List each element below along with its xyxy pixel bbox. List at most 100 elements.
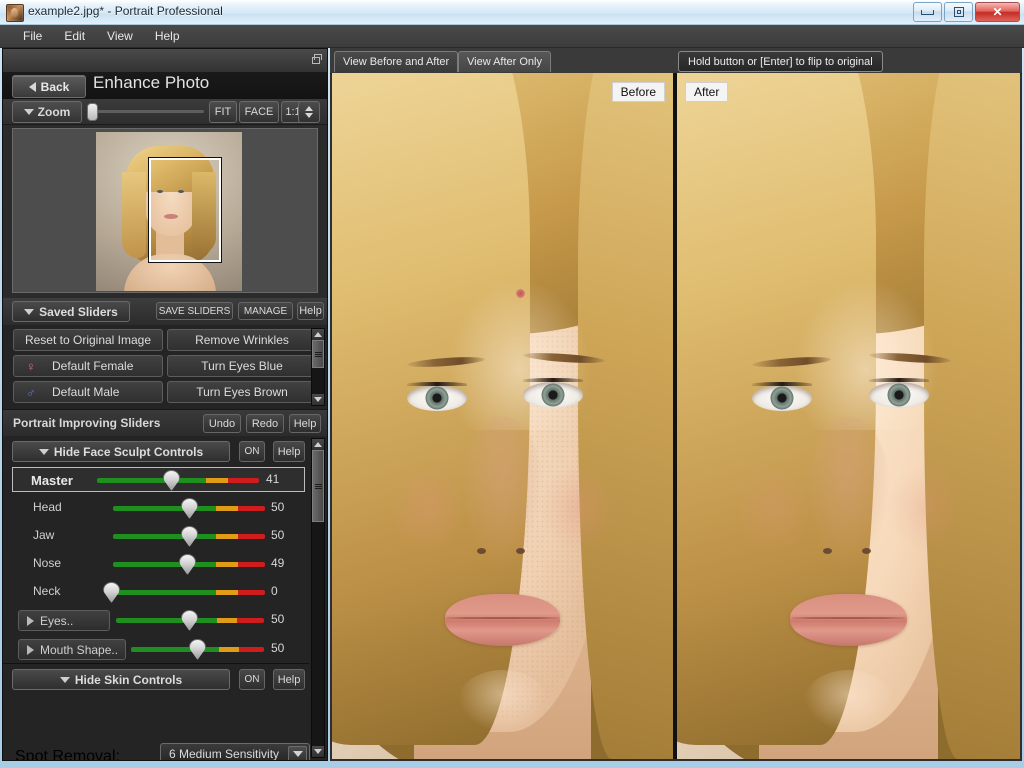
scroll-down-icon[interactable]	[312, 394, 324, 405]
undo-button[interactable]: Undo	[203, 414, 241, 433]
preset-turn-eyes-blue[interactable]: Turn Eyes Blue	[167, 355, 317, 377]
back-row: Back Enhance Photo	[3, 72, 327, 100]
back-arrow-icon	[28, 81, 36, 92]
menu-view[interactable]: View	[96, 27, 144, 45]
spot-removal-value: 6 Medium Sensitivity	[169, 747, 280, 761]
zoom-stepper[interactable]	[298, 101, 320, 123]
preset-label: Default Female	[52, 359, 134, 373]
presets-scrollbar[interactable]	[311, 328, 325, 406]
controls-scrollbar[interactable]	[311, 438, 325, 758]
mouth-shape-subsection-button[interactable]: Mouth Shape..	[18, 639, 126, 660]
scroll-up-icon[interactable]	[312, 329, 324, 340]
tab-view-after-only[interactable]: View After Only	[458, 51, 551, 72]
slider-label: Jaw	[33, 528, 55, 542]
portrait-icon	[6, 4, 24, 22]
slider-knob[interactable]	[181, 610, 198, 631]
zoom-slider-track[interactable]	[87, 110, 204, 113]
chevron-right-icon	[27, 615, 34, 626]
slider-row-eyes[interactable]: Eyes.. 50	[3, 606, 327, 634]
right-eye	[522, 381, 583, 408]
portrait-improving-title: Portrait Improving Sliders	[13, 416, 161, 430]
subsection-label: Mouth Shape..	[40, 642, 119, 657]
after-image-pane[interactable]: After	[677, 73, 1020, 759]
slider-knob[interactable]	[179, 554, 196, 575]
skin-controls-toggle[interactable]: Hide Skin Controls	[12, 669, 230, 690]
face-sculpt-master-row[interactable]: Master 41	[12, 467, 305, 492]
close-icon: ✕	[992, 5, 1003, 19]
minimize-icon	[921, 9, 934, 15]
close-button[interactable]: ✕	[975, 2, 1020, 22]
menu-edit[interactable]: Edit	[53, 27, 96, 45]
scroll-down-icon[interactable]	[312, 746, 324, 757]
zoom-face-button[interactable]: FACE	[239, 101, 279, 123]
window-controls: ✕	[913, 2, 1020, 22]
title-bar: example2.jpg* - Portrait Professional ✕	[0, 0, 1024, 25]
face-sculpt-toggle[interactable]: Hide Face Sculpt Controls	[12, 441, 230, 462]
eyes-subsection-button[interactable]: Eyes..	[18, 610, 110, 631]
scroll-up-icon[interactable]	[312, 439, 324, 450]
preset-default-male[interactable]: ♂ Default Male	[13, 381, 163, 403]
preset-default-female[interactable]: ♀ Default Female	[13, 355, 163, 377]
preset-remove-wrinkles[interactable]: Remove Wrinkles	[167, 329, 317, 351]
slider-knob[interactable]	[103, 582, 120, 603]
redo-button[interactable]: Redo	[246, 414, 284, 433]
navigator-viewport-box[interactable]	[148, 157, 222, 263]
manage-sliders-button[interactable]: MANAGE	[238, 302, 293, 320]
before-image-pane[interactable]: Before	[332, 73, 673, 759]
image-stage: Before After	[332, 73, 1020, 759]
zoom-slider-knob[interactable]	[87, 103, 98, 121]
scrollbar-thumb[interactable]	[312, 340, 324, 368]
tab-view-before-and-after[interactable]: View Before and After	[334, 51, 459, 72]
zoom-section-toggle[interactable]: Zoom	[12, 101, 82, 123]
menu-bar: File Edit View Help	[0, 25, 1024, 48]
chevron-down-icon[interactable]	[288, 746, 307, 760]
slider-knob[interactable]	[181, 498, 198, 519]
minimize-button[interactable]	[913, 2, 942, 22]
slider-track[interactable]	[113, 590, 265, 595]
window-title: example2.jpg* - Portrait Professional	[28, 4, 223, 18]
before-badge: Before	[611, 82, 665, 102]
spot-removal-select[interactable]: 6 Medium Sensitivity	[160, 743, 310, 761]
maximize-icon	[953, 7, 964, 17]
preset-label: Remove Wrinkles	[195, 333, 289, 347]
slider-row-head[interactable]: Head 50	[3, 494, 327, 522]
skin-controls-help-button[interactable]: Help	[273, 669, 305, 690]
back-button[interactable]: Back	[12, 75, 86, 98]
preset-turn-eyes-brown[interactable]: Turn Eyes Brown	[167, 381, 317, 403]
saved-sliders-help-button[interactable]: Help	[297, 302, 324, 320]
slider-row-neck[interactable]: Neck 0	[3, 578, 327, 606]
female-symbol-icon: ♀	[26, 358, 36, 374]
menu-file[interactable]: File	[12, 27, 53, 45]
preset-reset-to-original[interactable]: Reset to Original Image	[13, 329, 163, 351]
slider-knob[interactable]	[163, 470, 180, 491]
after-portrait-image	[677, 73, 1020, 759]
image-navigator[interactable]	[12, 128, 318, 293]
chevron-down-icon	[24, 308, 35, 315]
preset-label: Turn Eyes Brown	[196, 385, 288, 399]
slider-knob[interactable]	[189, 639, 206, 660]
subsection-label: Eyes..	[40, 613, 74, 628]
zoom-fit-button[interactable]: FIT	[209, 101, 237, 123]
slider-row-mouth-shape[interactable]: Mouth Shape.. 50	[3, 635, 327, 663]
slider-row-nose[interactable]: Nose 49	[3, 550, 327, 578]
face-sculpt-help-button[interactable]: Help	[273, 441, 305, 462]
slider-value: 50	[271, 500, 285, 514]
menu-help[interactable]: Help	[144, 27, 191, 45]
undock-icon[interactable]	[310, 54, 322, 65]
slider-value: 50	[271, 528, 285, 542]
saved-sliders-toggle[interactable]: Saved Sliders	[12, 301, 130, 322]
page-title: Enhance Photo	[93, 73, 210, 92]
scrollbar-thumb[interactable]	[312, 450, 324, 522]
face-sculpt-on-button[interactable]: ON	[239, 441, 265, 462]
left-control-panel: Back Enhance Photo Zoom FIT FACE 1:1 Sav…	[2, 48, 328, 761]
slider-knob[interactable]	[181, 526, 198, 547]
portrait-improving-help-button[interactable]: Help	[289, 414, 321, 433]
slider-row-jaw[interactable]: Jaw 50	[3, 522, 327, 550]
slider-value: 50	[271, 612, 285, 626]
skin-controls-title: Hide Skin Controls	[74, 672, 183, 687]
flip-to-original-button[interactable]: Hold button or [Enter] to flip to origin…	[678, 51, 883, 72]
image-view-panel: View Before and After View After Only Ho…	[330, 48, 1022, 761]
save-sliders-button[interactable]: SAVE SLIDERS	[156, 302, 233, 320]
maximize-button[interactable]	[944, 2, 973, 22]
skin-controls-on-button[interactable]: ON	[239, 669, 265, 690]
